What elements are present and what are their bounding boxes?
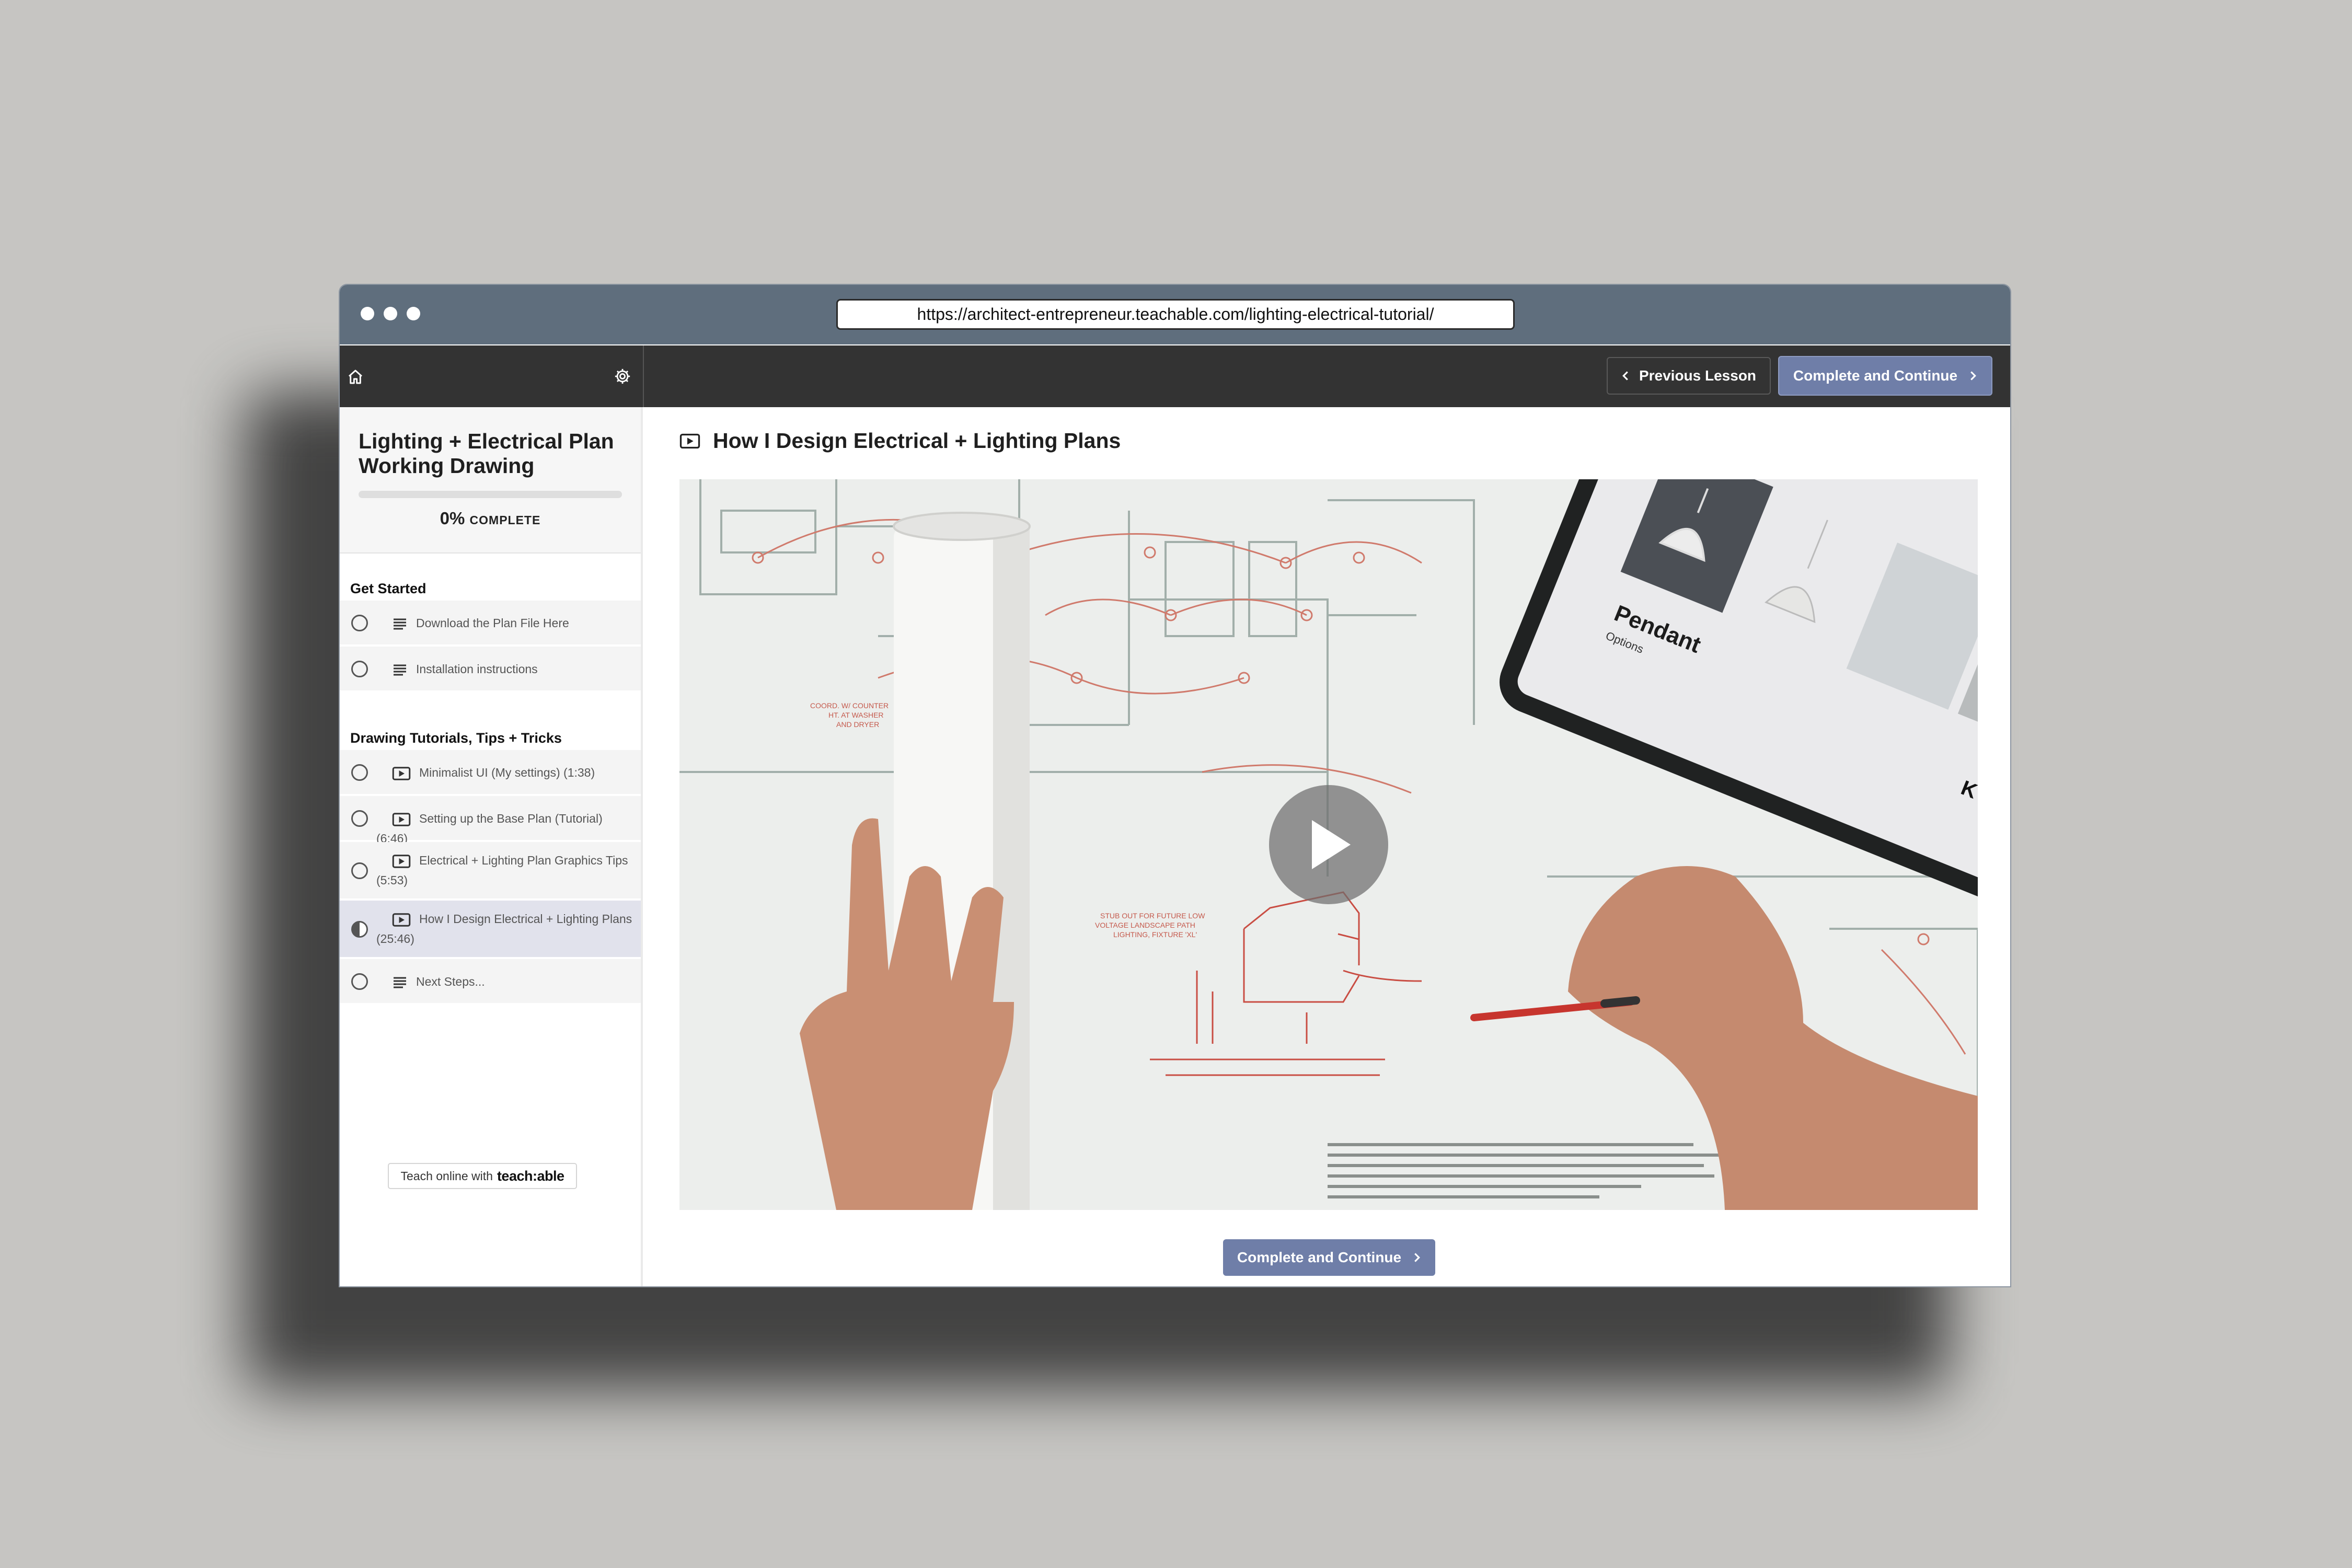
browser-window: https://architect-entrepreneur.teachable… xyxy=(340,285,2010,1286)
chevron-right-icon xyxy=(1414,1253,1421,1262)
home-icon[interactable] xyxy=(345,366,366,387)
lesson-item[interactable]: Installation instructions xyxy=(340,647,641,691)
pencil-tip xyxy=(1600,996,1640,1008)
lesson-item[interactable]: Download the Plan File Here xyxy=(340,601,641,645)
video-play-icon xyxy=(392,913,411,927)
incomplete-circle-icon xyxy=(351,615,368,631)
svg-text:STUB OUT FOR FUTURE LOW: STUB OUT FOR FUTURE LOW xyxy=(1100,912,1205,920)
window-close-dot[interactable] xyxy=(361,307,374,320)
lesson-item[interactable]: Electrical + Lighting Plan Graphics Tips… xyxy=(340,842,641,900)
paper-roll-shade xyxy=(993,526,1030,1210)
lesson-label: How I Design Electrical + Lighting Plans… xyxy=(376,912,632,946)
svg-text:VOLTAGE LANDSCAPE PATH: VOLTAGE LANDSCAPE PATH xyxy=(1095,921,1195,929)
video-play-icon xyxy=(392,813,411,826)
progress-value: 0% xyxy=(440,509,465,528)
lesson-label: Download the Plan File Here xyxy=(416,616,569,630)
video-play-icon xyxy=(392,767,411,780)
complete-and-continue-bottom-button[interactable]: Complete and Continue xyxy=(1223,1239,1435,1276)
progress-label: COMPLETE xyxy=(469,513,541,527)
lecture-title-text: How I Design Electrical + Lighting Plans xyxy=(713,429,1121,453)
svg-text:AND DRYER: AND DRYER xyxy=(836,720,879,729)
chevron-right-icon xyxy=(1970,371,1977,381)
address-bar[interactable]: https://architect-entrepreneur.teachable… xyxy=(836,299,1515,330)
paper-roll-end xyxy=(893,512,1031,541)
lesson-item[interactable]: Setting up the Base Plan (Tutorial) (6:4… xyxy=(340,796,641,845)
section-title-drawing-tutorials: Drawing Tutorials, Tips + Tricks xyxy=(350,730,562,746)
teach-online-text: Teach online with xyxy=(400,1169,493,1183)
window-minimize-dot[interactable] xyxy=(384,307,397,320)
browser-titlebar: https://architect-entrepreneur.teachable… xyxy=(340,285,2010,344)
incomplete-circle-icon xyxy=(351,862,368,879)
course-header: Lighting + Electrical Plan Working Drawi… xyxy=(340,407,641,554)
previous-lesson-button[interactable]: Previous Lesson xyxy=(1607,357,1771,395)
previous-lesson-label: Previous Lesson xyxy=(1639,367,1757,384)
window-maximize-dot[interactable] xyxy=(407,307,420,320)
complete-and-continue-top-button[interactable]: Complete and Continue xyxy=(1778,356,1992,396)
text-lines-icon xyxy=(394,977,406,988)
course-topbar: Previous Lesson Complete and Continue xyxy=(340,345,2010,407)
lesson-label: Next Steps... xyxy=(416,975,485,988)
play-icon xyxy=(1312,820,1351,869)
complete-continue-label: Complete and Continue xyxy=(1793,367,1958,384)
section-title-get-started: Get Started xyxy=(350,581,426,596)
topbar-divider xyxy=(643,345,644,407)
lecture-title: How I Design Electrical + Lighting Plans xyxy=(679,429,1121,453)
incomplete-circle-icon xyxy=(351,661,368,677)
text-lines-icon xyxy=(394,664,406,676)
svg-text:COORD. W/ COUNTER: COORD. W/ COUNTER xyxy=(810,701,889,710)
text-lines-icon xyxy=(394,618,406,630)
teachable-logo: teach:able xyxy=(497,1168,564,1184)
incomplete-circle-icon xyxy=(351,764,368,781)
lesson-label: Minimalist UI (My settings) (1:38) xyxy=(419,766,595,779)
chevron-left-icon xyxy=(1622,371,1628,381)
course-progress-text: 0% COMPLETE xyxy=(340,509,641,528)
complete-continue-label: Complete and Continue xyxy=(1237,1249,1402,1265)
incomplete-circle-icon xyxy=(351,973,368,990)
in-progress-circle-icon xyxy=(351,921,368,938)
video-player[interactable]: COORD. W/ COUNTER HT. AT WASHER AND DRYER … xyxy=(679,479,1978,1210)
lesson-label: Electrical + Lighting Plan Graphics Tips… xyxy=(376,854,628,887)
course-title: Lighting + Electrical Plan Working Drawi… xyxy=(359,429,614,478)
svg-text:LIGHTING, FIXTURE 'XL': LIGHTING, FIXTURE 'XL' xyxy=(1113,930,1197,939)
course-progress-bar xyxy=(359,491,622,498)
lesson-item[interactable]: Minimalist UI (My settings) (1:38) xyxy=(340,750,641,795)
video-play-icon xyxy=(392,855,411,868)
settings-gear-icon[interactable] xyxy=(610,364,635,388)
video-play-icon xyxy=(679,433,700,448)
lesson-label: Installation instructions xyxy=(416,662,538,676)
incomplete-circle-icon xyxy=(351,810,368,827)
lesson-item[interactable]: Next Steps... xyxy=(340,959,641,1004)
teachable-badge[interactable]: Teach online with teach:able xyxy=(388,1163,577,1189)
svg-text:HT. AT WASHER: HT. AT WASHER xyxy=(828,711,884,719)
course-sidebar: Lighting + Electrical Plan Working Drawi… xyxy=(340,407,643,1286)
video-play-button[interactable] xyxy=(1269,785,1388,904)
lesson-item-active[interactable]: How I Design Electrical + Lighting Plans… xyxy=(340,901,641,958)
